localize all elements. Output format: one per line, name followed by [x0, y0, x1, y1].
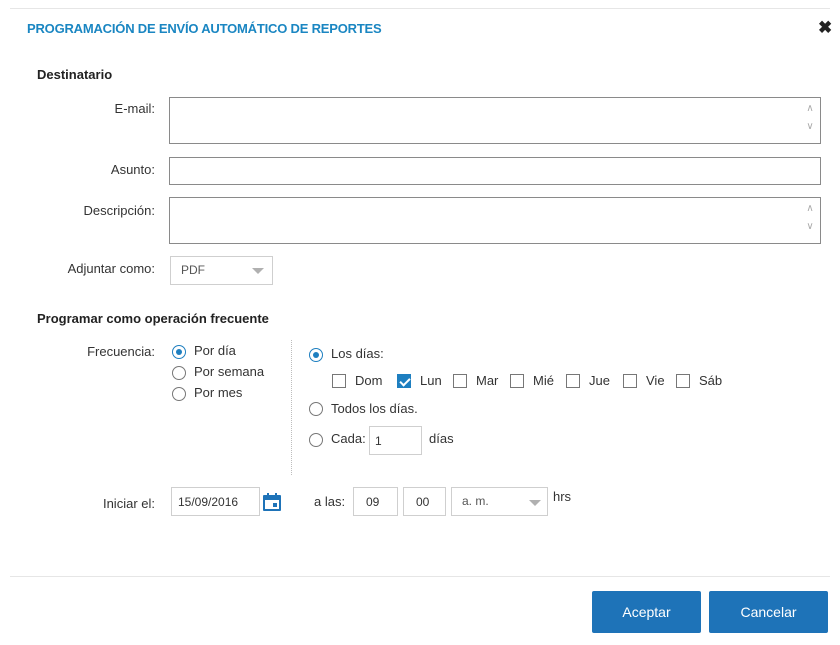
email-scrollbar[interactable]: ∧ ∨: [804, 102, 816, 134]
day-label: Jue: [589, 373, 610, 388]
frequency-label: Frecuencia:: [87, 344, 155, 359]
day-label: Mar: [476, 373, 499, 388]
description-scrollbar[interactable]: ∧ ∨: [804, 202, 816, 234]
chevron-down-icon: [529, 500, 541, 506]
scroll-down-icon[interactable]: ∨: [804, 220, 816, 234]
schedule-section-title: Programar como operación frecuente: [37, 311, 269, 326]
dialog-title: PROGRAMACIÓN DE ENVÍO AUTOMÁTICO DE REPO…: [27, 21, 382, 36]
minute-input[interactable]: 00: [403, 487, 446, 516]
frequency-option-label: Por mes: [194, 385, 243, 400]
day-label: Lun: [420, 373, 442, 388]
ampm-select[interactable]: a. m.: [451, 487, 548, 516]
every-days-input[interactable]: 1: [369, 426, 422, 455]
checkbox-vie[interactable]: [623, 374, 637, 388]
footer-divider: [10, 576, 830, 577]
day-label: Mié: [533, 373, 554, 388]
start-date-input[interactable]: 15/09/2016: [171, 487, 260, 516]
accept-button[interactable]: Aceptar: [592, 591, 701, 633]
frequency-option-label: Por semana: [194, 364, 265, 379]
day-label: Sáb: [699, 373, 723, 388]
email-field[interactable]: ∧ ∨: [169, 97, 821, 144]
subject-label: Asunto:: [110, 162, 155, 177]
description-label: Descripción:: [83, 203, 155, 218]
at-label: a las:: [314, 494, 346, 509]
radio-per-month[interactable]: [172, 387, 186, 401]
cancel-button[interactable]: Cancelar: [709, 591, 828, 633]
checkbox-dom[interactable]: [332, 374, 346, 388]
description-field[interactable]: ∧ ∨: [169, 197, 821, 244]
checkbox-mie[interactable]: [510, 374, 524, 388]
recipient-section-title: Destinatario: [37, 67, 113, 82]
radio-per-week[interactable]: [172, 366, 186, 380]
attach-format-value: PDF: [181, 263, 205, 277]
day-label: Dom: [355, 373, 383, 388]
attach-format-select[interactable]: PDF: [170, 256, 273, 285]
radio-every-n-days[interactable]: [309, 433, 323, 447]
subject-input[interactable]: [169, 157, 821, 185]
every-label: Cada:: [331, 431, 366, 446]
hour-input[interactable]: 09: [353, 487, 398, 516]
hrs-label: hrs: [553, 489, 572, 504]
checkbox-jue[interactable]: [566, 374, 580, 388]
radio-specific-days[interactable]: [309, 348, 323, 362]
frequency-option-label: Por día: [194, 343, 236, 358]
start-label: Iniciar el:: [102, 496, 155, 511]
close-icon[interactable]: ✖: [818, 18, 832, 38]
checkbox-lun[interactable]: [397, 374, 411, 388]
all-days-label: Todos los días.: [331, 401, 418, 416]
calendar-icon[interactable]: [262, 492, 282, 512]
checkbox-sab[interactable]: [676, 374, 690, 388]
scroll-up-icon[interactable]: ∧: [804, 102, 816, 116]
scroll-down-icon[interactable]: ∨: [804, 120, 816, 134]
email-label: E-mail:: [114, 101, 155, 116]
scroll-up-icon[interactable]: ∧: [804, 202, 816, 216]
specific-days-label: Los días:: [331, 346, 384, 361]
chevron-down-icon: [252, 268, 264, 274]
checkbox-mar[interactable]: [453, 374, 467, 388]
radio-all-days[interactable]: [309, 402, 323, 416]
attach-label: Adjuntar como:: [67, 261, 155, 276]
vertical-divider: [291, 340, 292, 475]
every-unit-label: días: [429, 431, 454, 446]
radio-per-day[interactable]: [172, 345, 186, 359]
ampm-value: a. m.: [462, 494, 489, 508]
day-label: Vie: [646, 373, 665, 388]
top-border: [10, 8, 830, 9]
